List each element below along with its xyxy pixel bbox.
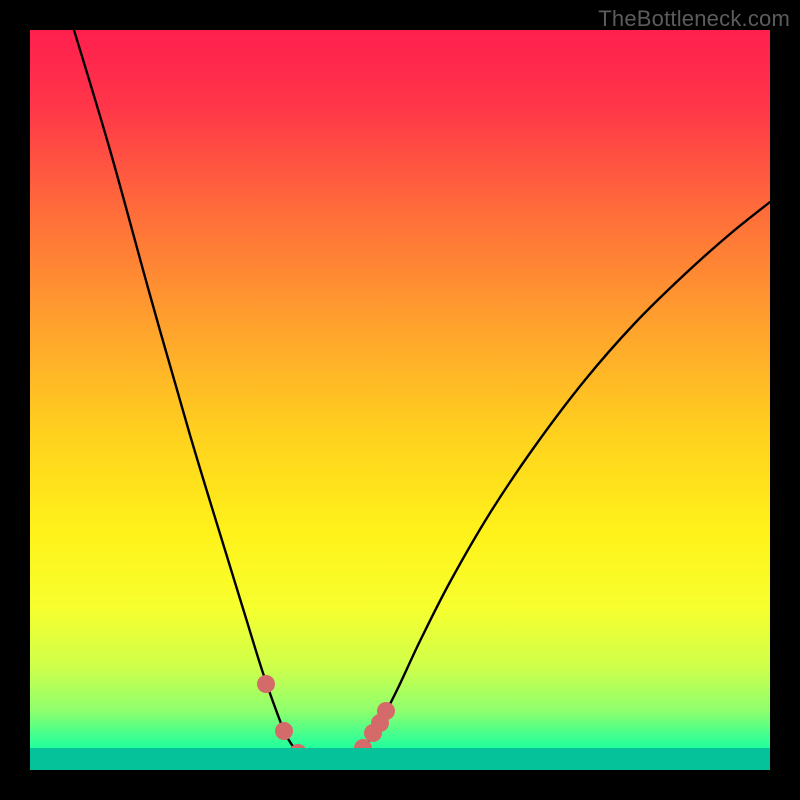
bottom-band	[30, 30, 770, 770]
watermark-text: TheBottleneck.com	[598, 6, 790, 32]
plot-area	[30, 30, 770, 770]
stage: TheBottleneck.com	[0, 0, 800, 800]
